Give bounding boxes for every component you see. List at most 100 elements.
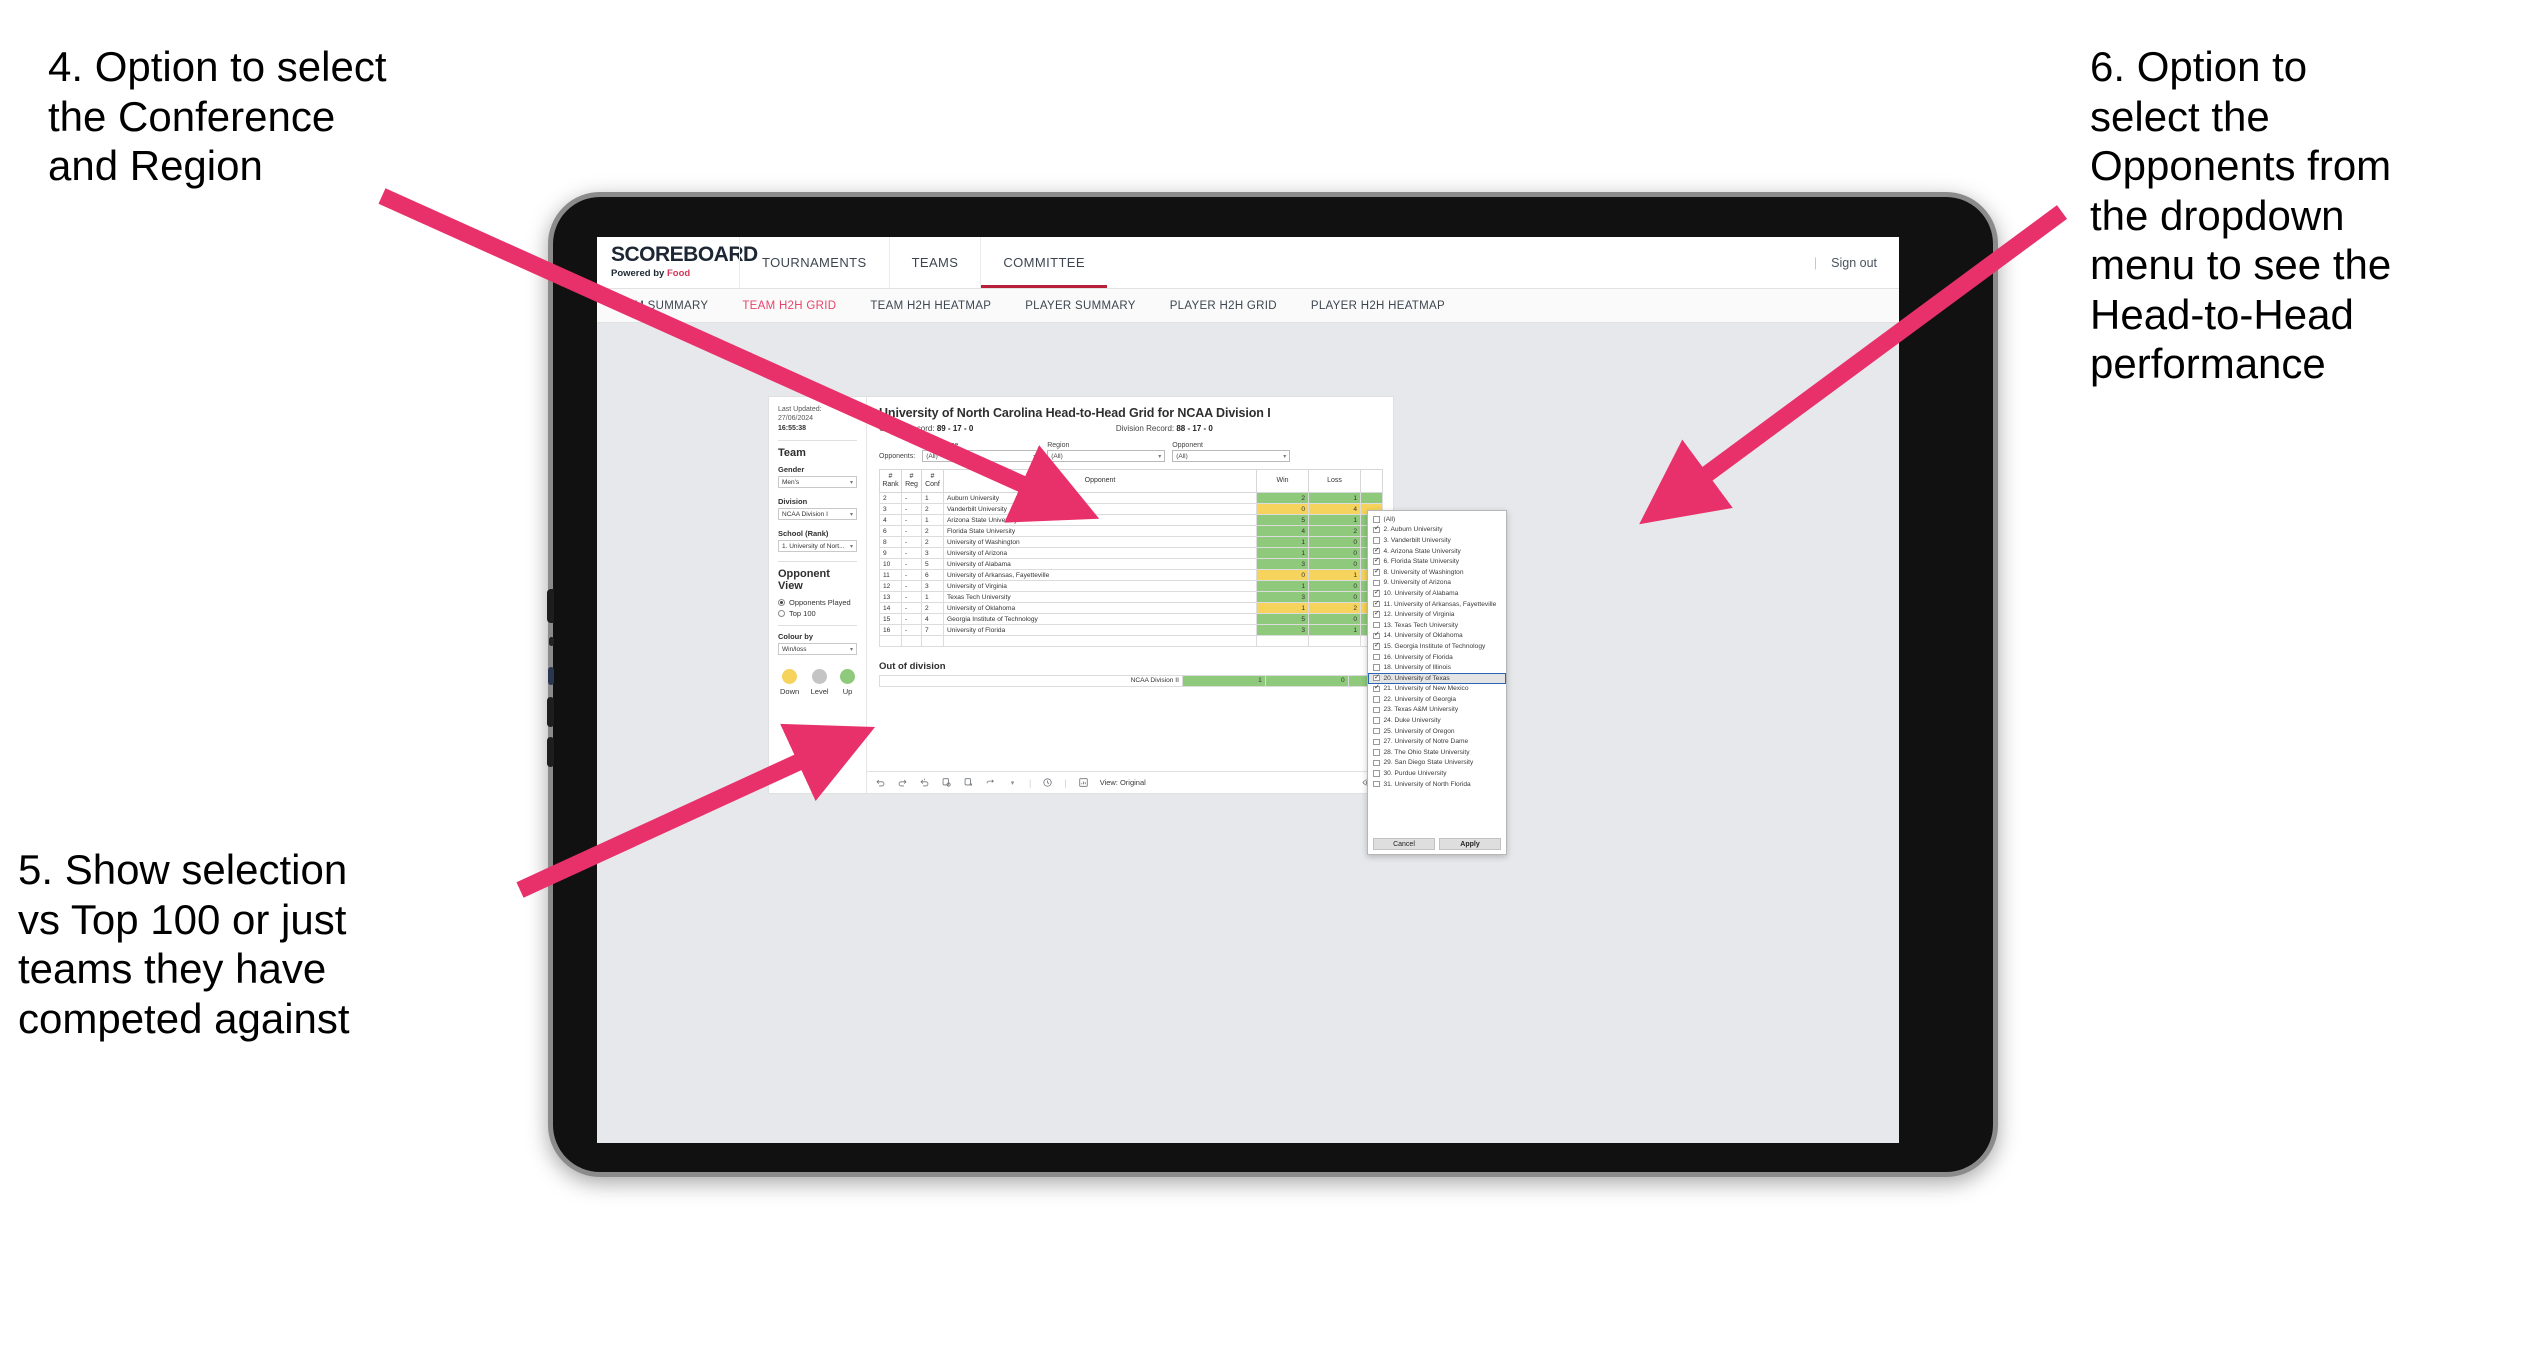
subnav-item-player-h2h-heatmap[interactable]: PLAYER H2H HEATMAP [1311,300,1465,312]
col-win[interactable]: Win [1256,468,1309,494]
dropdown-option[interactable]: 21. University of New Mexico [1368,684,1506,695]
dropdown-option[interactable]: 20. University of Texas [1368,672,1506,684]
checkbox-unchecked-icon[interactable] [1373,770,1380,777]
gender-select[interactable]: Men's ▾ [778,476,857,489]
school-select[interactable]: 1. University of Nort... ▾ [778,540,857,553]
checkbox-unchecked-icon[interactable] [1373,653,1380,661]
region-select[interactable]: (All) ▾ [1047,450,1166,462]
checkbox-unchecked-icon[interactable] [1373,664,1380,671]
table-row[interactable]: 8-2 University of Washington 1 0 [879,536,1383,549]
apply-button[interactable]: Apply [1439,838,1501,850]
col-conf[interactable]: # Conf [921,468,944,494]
checkbox-checked-icon[interactable] [1373,642,1380,650]
checkbox-unchecked-icon[interactable] [1373,727,1380,735]
checkbox-unchecked-icon[interactable] [1373,696,1380,703]
col-loss[interactable]: Loss [1308,468,1361,494]
dropdown-option[interactable]: 24. Duke University [1368,715,1506,726]
history-clock-icon[interactable] [1042,777,1053,788]
checkbox-checked-icon[interactable] [1373,674,1380,682]
table-row[interactable]: 2-1 Auburn University 2 1 [879,492,1383,505]
view-chart-icon[interactable] [1078,777,1089,788]
checkbox-unchecked-icon[interactable] [1373,537,1380,544]
checkbox-checked-icon[interactable] [1373,600,1380,608]
dropdown-option[interactable]: 22. University of Georgia [1368,694,1506,705]
subnav-item-team-summary[interactable]: TEAM SUMMARY [611,300,728,312]
dropdown-option[interactable]: 8. University of Washington [1368,567,1506,578]
dropdown-option[interactable]: 9. University of Arizona [1368,578,1506,589]
chevron-down-icon[interactable]: ▾ [1007,777,1018,788]
checkbox-unchecked-icon[interactable] [1373,749,1380,756]
view-label[interactable]: View: Original [1100,778,1146,787]
division-select[interactable]: NCAA Division I ▾ [778,508,857,521]
checkbox-checked-icon[interactable] [1373,589,1380,597]
dropdown-option[interactable]: 25. University of Oregon [1368,726,1506,737]
subnav-item-player-summary[interactable]: PLAYER SUMMARY [1025,300,1156,312]
undo-icon[interactable] [875,777,886,788]
checkbox-unchecked-icon[interactable] [1373,579,1380,587]
table-row[interactable]: 3-2 Vanderbilt University 0 4 [879,503,1383,516]
table-row[interactable]: 14-2 University of Oklahoma 1 2 [879,602,1383,615]
dropdown-option[interactable]: 14. University of Oklahoma [1368,631,1506,642]
radio-opponents-played[interactable]: Opponents Played [778,598,857,607]
col-rank[interactable]: # Rank [879,468,902,494]
checkbox-checked-icon[interactable] [1373,526,1380,534]
dropdown-option[interactable]: 30. Purdue University [1368,768,1506,779]
subnav-item-team-h2h-heatmap[interactable]: TEAM H2H HEATMAP [870,300,1011,312]
dropdown-option[interactable]: 10. University of Alabama [1368,588,1506,599]
dropdown-option[interactable]: 23. Texas A&M University [1368,705,1506,716]
share-icon[interactable] [985,777,996,788]
table-row[interactable]: 4-1 Arizona State University 5 1 [879,514,1383,527]
dropdown-option[interactable]: 12. University of Virginia [1368,609,1506,620]
table-row[interactable]: 12-3 University of Virginia 1 0 [879,580,1383,593]
table-row[interactable]: 16-7 University of Florida 3 1 [879,624,1383,637]
dropdown-option[interactable]: 2. Auburn University [1368,525,1506,536]
topnav-item-teams[interactable]: TEAMS [888,237,981,288]
dropdown-option[interactable]: 6. Florida State University [1368,556,1506,567]
opponent-dropdown-list[interactable]: (All) 2. Auburn University 3. Vanderbilt U… [1368,511,1506,835]
dropdown-option[interactable]: 11. University of Arkansas, Fayetteville [1368,599,1506,610]
dropdown-option[interactable]: 18. University of Illinois [1368,662,1506,673]
checkbox-unchecked-icon[interactable] [1373,621,1380,629]
checkbox-unchecked-icon[interactable] [1373,706,1380,714]
dropdown-option[interactable]: 29. San Diego State University [1368,758,1506,769]
cancel-button[interactable]: Cancel [1373,838,1435,850]
pause-data-icon[interactable] [963,777,974,788]
refresh-data-icon[interactable] [941,777,952,788]
brand-logo[interactable]: SCOREBOARD Powered by Food [597,237,758,288]
conference-select[interactable]: (All) ▾ [922,450,1041,462]
checkbox-checked-icon[interactable] [1373,631,1380,640]
checkbox-unchecked-icon[interactable] [1373,780,1380,788]
dropdown-option[interactable]: 15. Georgia Institute of Technology [1368,641,1506,652]
dropdown-option[interactable]: (All) [1368,514,1506,525]
checkbox-unchecked-icon[interactable] [1373,717,1380,724]
checkbox-unchecked-icon[interactable] [1373,759,1380,767]
table-row[interactable]: 6-2 Florida State University 4 2 [879,525,1383,538]
checkbox-checked-icon[interactable] [1373,568,1380,576]
checkbox-checked-icon[interactable] [1373,547,1380,555]
topnav-item-committee[interactable]: COMMITTEE [980,237,1107,288]
table-row[interactable]: 11-6 University of Arkansas, Fayetteville… [879,569,1383,582]
opponent-select[interactable]: (All) ▾ [1172,450,1291,462]
colour-by-select[interactable]: Win/loss ▾ [778,643,857,656]
dropdown-option[interactable]: 13. Texas Tech University [1368,620,1506,631]
table-row[interactable]: 15-4 Georgia Institute of Technology 5 0 [879,613,1383,626]
checkbox-checked-icon[interactable] [1373,684,1380,693]
table-row[interactable]: 9-3 University of Arizona 1 0 [879,547,1383,560]
col-opponent[interactable]: Opponent [943,468,1257,494]
col-reg[interactable]: # Reg [901,468,922,494]
dropdown-option[interactable]: 16. University of Florida [1368,652,1506,663]
dropdown-option[interactable]: 27. University of Notre Dame [1368,736,1506,747]
table-row[interactable]: 13-1 Texas Tech University 3 0 [879,591,1383,604]
sign-out-link[interactable]: Sign out [1831,256,1877,270]
dropdown-option[interactable]: 31. University of North Florida [1368,779,1506,790]
dropdown-option[interactable]: 4. Arizona State University [1368,546,1506,557]
redo-icon[interactable] [897,777,908,788]
topnav-item-tournaments[interactable]: TOURNAMENTS [739,237,889,288]
checkbox-unchecked-icon[interactable] [1373,738,1380,746]
checkbox-checked-icon[interactable] [1373,557,1380,565]
revert-icon[interactable] [919,777,930,788]
table-row[interactable]: 10-5 University of Alabama 3 0 [879,558,1383,571]
dropdown-option[interactable]: 28. The Ohio State University [1368,747,1506,758]
checkbox-checked-icon[interactable] [1373,610,1380,618]
radio-top-100[interactable]: Top 100 [778,609,857,618]
